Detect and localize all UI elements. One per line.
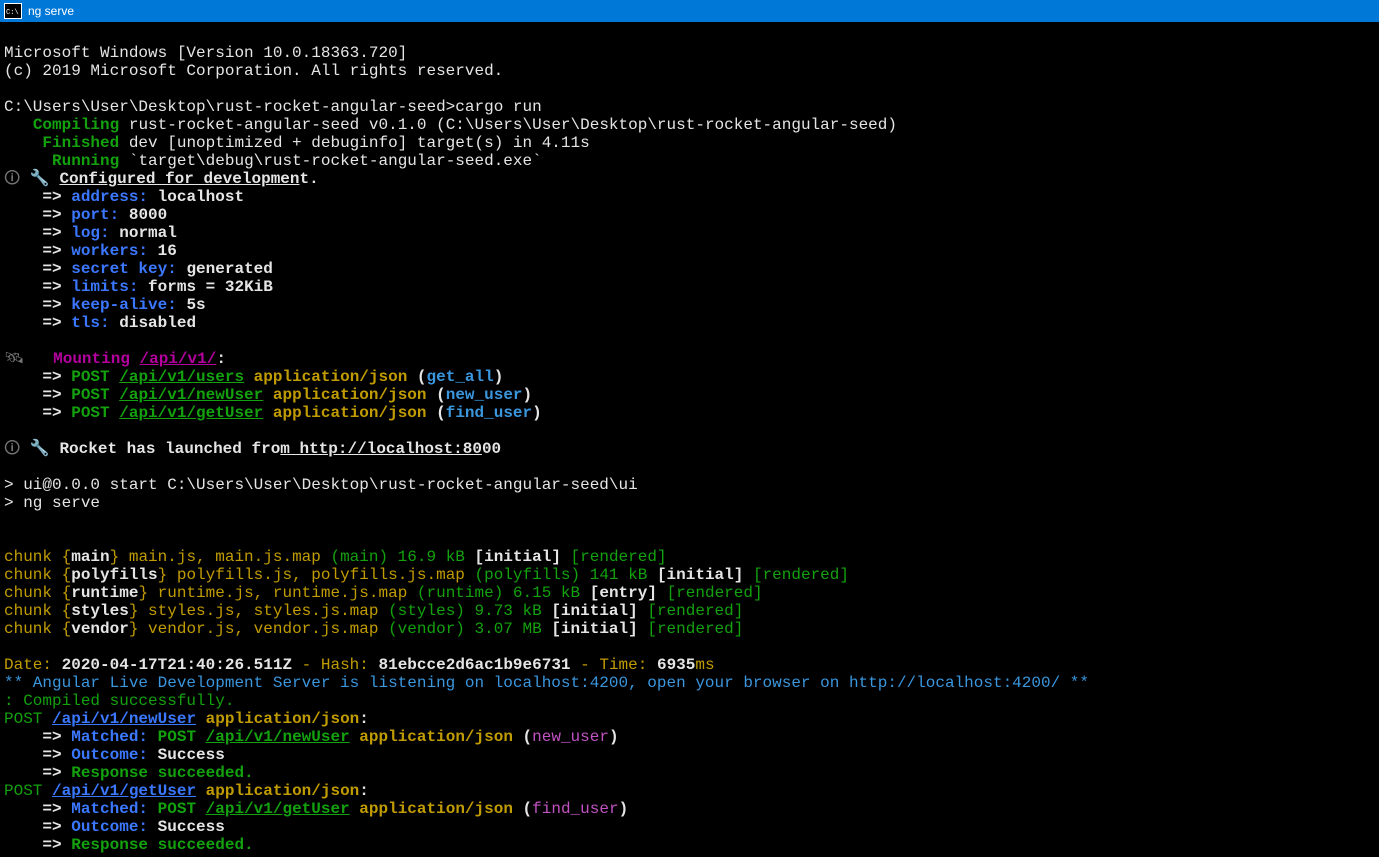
- live-server: ** Angular Live Development Server is li…: [4, 674, 1089, 692]
- compiled-msg: : Compiled successfully.: [4, 692, 234, 710]
- command: cargo run: [455, 98, 541, 116]
- run-label: Running: [52, 152, 119, 170]
- routes-block: => POST /api/v1/users application/json (…: [4, 368, 1375, 422]
- box-glyph: 🛈 🔧: [4, 440, 59, 458]
- mount-label: Mounting: [53, 350, 130, 368]
- launch-text: Rocket has launched fro: [59, 440, 280, 458]
- compile-label: Compiling: [33, 116, 119, 134]
- os-version: Microsoft Windows [Version 10.0.18363.72…: [4, 44, 407, 62]
- requests-block: POST /api/v1/newUser application/json: =…: [4, 710, 1375, 854]
- cmd-icon: [4, 3, 22, 19]
- window-titlebar: ng serve: [0, 0, 1379, 22]
- box-glyph: 🛈 🔧: [4, 170, 59, 188]
- launch-url: m http://localhost:80: [280, 440, 482, 458]
- config-block: => address: localhost => port: 8000 => l…: [4, 188, 1375, 332]
- terminal-output[interactable]: Microsoft Windows [Version 10.0.18363.72…: [0, 22, 1379, 857]
- chunks-block: chunk {main} main.js, main.js.map (main)…: [4, 548, 1375, 638]
- prompt: C:\Users\User\Desktop\rust-rocket-angula…: [4, 98, 455, 116]
- time-value: 6935: [657, 656, 695, 674]
- compile-pkg: rust-rocket-angular-seed v0.1.0 (C:\User…: [129, 116, 897, 134]
- time-label: Time:: [599, 656, 647, 674]
- npm-line: > ng serve: [4, 494, 100, 512]
- mount-path: /api/v1/: [140, 350, 217, 368]
- os-copyright: (c) 2019 Microsoft Corporation. All righ…: [4, 62, 503, 80]
- cfg-line: Configured for development.: [59, 170, 318, 188]
- box-glyph: 🛰: [4, 350, 44, 368]
- npm-line: > ui@0.0.0 start C:\Users\User\Desktop\r…: [4, 476, 638, 494]
- hash-label: Hash:: [321, 656, 369, 674]
- date-value: 2020-04-17T21:40:26.511Z: [62, 656, 292, 674]
- run-rest: `target\debug\rust-rocket-angular-seed.e…: [129, 152, 542, 170]
- finish-label: Finished: [42, 134, 119, 152]
- date-label: Date:: [4, 656, 52, 674]
- window-title: ng serve: [28, 2, 74, 20]
- finish-rest: dev [unoptimized + debuginfo] target(s) …: [129, 134, 590, 152]
- hash-value: 81ebcce2d6ac1b9e6731: [379, 656, 571, 674]
